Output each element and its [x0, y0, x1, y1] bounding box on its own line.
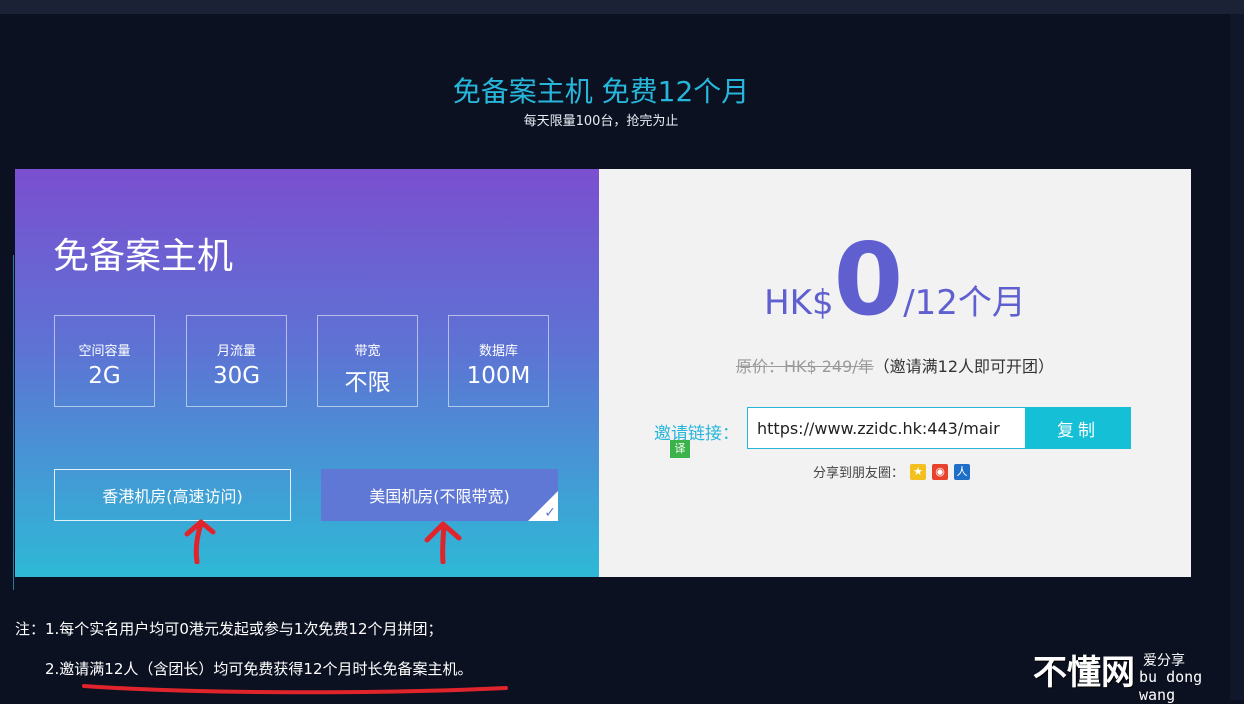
- spec-label: 数据库: [478, 344, 518, 359]
- renren-icon[interactable]: 人: [954, 463, 971, 480]
- translate-icon[interactable]: 译: [670, 440, 690, 458]
- left-sidebar-edge[interactable]: [0, 255, 14, 590]
- page-subtitle: 每天限量100台，抢完为止: [523, 114, 679, 129]
- note-line-2: 2.邀请满12人（含团长）均可免费获得12个月时长免备案主机。: [45, 660, 473, 678]
- share-label: 分享到朋友圈：: [813, 466, 905, 481]
- invite-link-label: 邀请链接：: [654, 424, 739, 444]
- spec-value: 不限: [344, 370, 391, 396]
- copy-button[interactable]: 复制: [1025, 407, 1131, 449]
- annotation-arrow-icon: [184, 519, 216, 564]
- spec-label: 带宽: [354, 344, 381, 359]
- watermark-tagline: 爱分享: [1143, 653, 1185, 669]
- page-title: 免备案主机 免费12个月: [452, 75, 750, 108]
- share-row: 分享到朋友圈： ★ ◉ 人: [813, 462, 971, 481]
- offer-card: 免备案主机 空间容量 2G 月流量 30G 带宽 不限 数据库 100M 香港机…: [15, 169, 1191, 577]
- spec-value: 2G: [88, 363, 121, 389]
- plan-panel: 免备案主机 空间容量 2G 月流量 30G 带宽 不限 数据库 100M 香港机…: [15, 169, 599, 577]
- watermark-pinyin: bu dong wang: [1139, 668, 1203, 704]
- original-price: 原价：HK$ 249/年: [735, 357, 874, 376]
- original-price-line: 原价：HK$ 249/年（邀请满12人即可开团）: [599, 353, 1191, 377]
- spec-label: 月流量: [216, 344, 256, 359]
- us-room-button[interactable]: 美国机房(不限带宽) ✓: [321, 469, 558, 521]
- room-label: 香港机房(高速访问): [102, 487, 243, 506]
- room-label: 美国机房(不限带宽): [369, 487, 510, 506]
- qzone-icon[interactable]: ★: [910, 463, 927, 480]
- spec-database: 数据库 100M: [448, 315, 549, 407]
- spec-value: 30G: [212, 363, 261, 389]
- price-period: /12个月: [903, 283, 1026, 323]
- hongkong-room-button[interactable]: 香港机房(高速访问): [54, 469, 291, 521]
- price-currency: HK$: [764, 283, 834, 323]
- annotation-underline: [82, 684, 508, 695]
- price: HK$0/12个月: [599, 230, 1191, 330]
- original-note: （邀请满12人即可开团）: [873, 357, 1055, 376]
- spec-storage: 空间容量 2G: [54, 315, 155, 407]
- price-amount: 0: [833, 221, 904, 338]
- top-bar: [0, 0, 1244, 14]
- spec-label: 空间容量: [78, 344, 131, 359]
- watermark-logo: 不懂网: [1033, 653, 1135, 693]
- spec-value: 100M: [466, 363, 531, 389]
- spec-bandwidth: 带宽 不限: [317, 315, 418, 407]
- price-panel: HK$0/12个月 原价：HK$ 249/年（邀请满12人即可开团） 邀请链接：…: [599, 169, 1191, 577]
- weibo-icon[interactable]: ◉: [932, 463, 949, 480]
- annotation-arrow-icon: [424, 521, 462, 564]
- plan-title: 免备案主机: [53, 236, 234, 277]
- invite-link-input[interactable]: [747, 407, 1026, 449]
- spec-traffic: 月流量 30G: [186, 315, 287, 407]
- check-icon: ✓: [544, 505, 556, 521]
- right-edge-strip: [1230, 14, 1244, 700]
- note-line-1: 注：1.每个实名用户均可0港元发起或参与1次免费12个月拼团；: [15, 620, 443, 638]
